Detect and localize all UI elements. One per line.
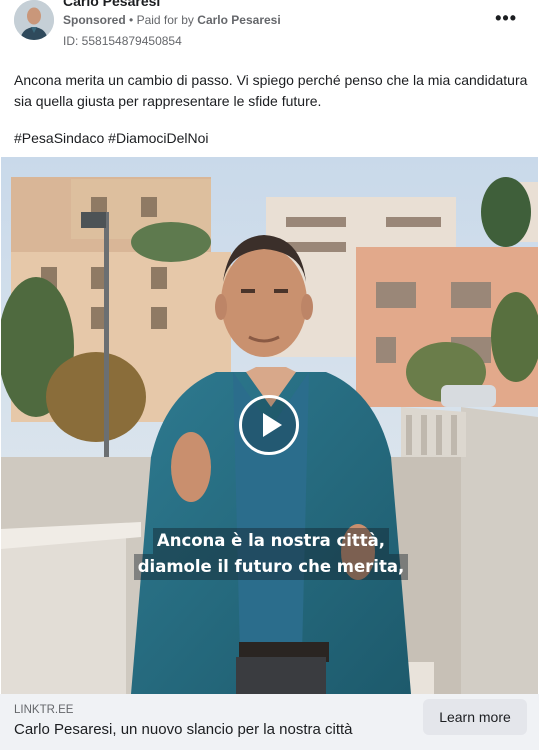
sponsor-line: Sponsored • Paid for by Carlo Pesaresi: [63, 13, 281, 27]
payer-name: Carlo Pesaresi: [197, 13, 281, 27]
page-name[interactable]: Carlo Pesaresi: [63, 0, 160, 9]
hashtags[interactable]: #PesaSindaco #DiamociDelNoi: [14, 130, 209, 146]
play-icon: [263, 413, 282, 437]
caption-line-1: Ancona è la nostra città,: [152, 528, 390, 554]
avatar[interactable]: [14, 0, 54, 40]
paid-for-label: Paid for by: [136, 13, 194, 27]
post-header: Carlo Pesaresi Sponsored • Paid for by C…: [0, 0, 539, 58]
post-body-text: Ancona merita un cambio di passo. Vi spi…: [14, 72, 528, 109]
video-player[interactable]: Ancona è la nostra città, diamole il fut…: [1, 157, 538, 694]
link-preview-bar[interactable]: LINKTR.EE Carlo Pesaresi, un nuovo slanc…: [0, 694, 539, 750]
caption-line-2: diamole il futuro che merita,: [133, 554, 409, 580]
separator-dot: •: [129, 13, 137, 27]
video-caption: Ancona è la nostra città, diamole il fut…: [123, 528, 419, 580]
play-button[interactable]: [239, 395, 299, 455]
ad-id: ID: 558154879450854: [63, 34, 182, 48]
link-domain: LINKTR.EE: [14, 704, 74, 716]
link-title[interactable]: Carlo Pesaresi, un nuovo slancio per la …: [14, 721, 353, 738]
sponsored-label: Sponsored: [63, 13, 126, 27]
more-dots-icon[interactable]: •••: [495, 8, 517, 29]
learn-more-button[interactable]: Learn more: [423, 699, 527, 735]
